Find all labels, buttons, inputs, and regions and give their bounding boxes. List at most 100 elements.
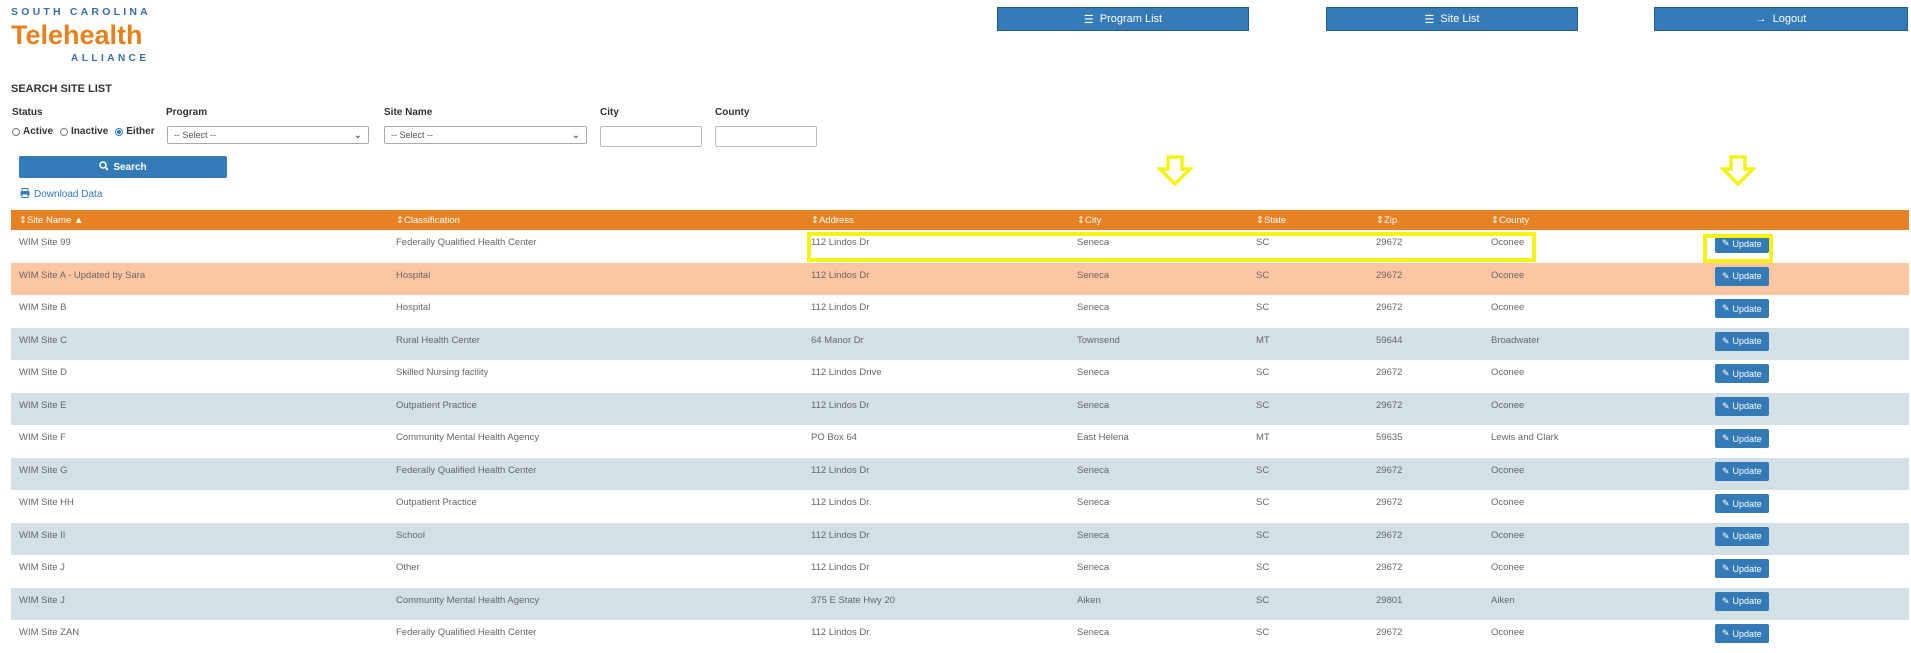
update-button[interactable]: ✎ Update [1715, 364, 1769, 383]
column-header-label: State [1263, 214, 1287, 226]
edit-icon: ✎ [1722, 433, 1730, 443]
update-button[interactable]: ✎ Update [1715, 624, 1769, 643]
site-name-cell: WIM Site E [19, 399, 67, 411]
state-cell: SC [1256, 367, 1270, 378]
address-cell: 112 Lindos Dr. [811, 627, 872, 638]
table-row: WIM Site II School 112 Lindos Dr Seneca SC 29… [11, 522, 1909, 556]
column-header-city[interactable]: ⇕City [1069, 210, 1248, 230]
chevron-down-icon: ⌄ [353, 129, 362, 141]
address-cell: 112 Lindos Drive [811, 367, 882, 378]
city-cell: Seneca [1077, 497, 1110, 508]
status-inactive-radio[interactable] [60, 127, 69, 136]
site-name-cell: WIM Site J [19, 562, 65, 573]
update-button[interactable]: ✎ Update [1715, 234, 1769, 253]
county-cell: Oconee [1491, 399, 1525, 411]
edit-icon: ✎ [1722, 563, 1730, 573]
actions-cell: ✎ Update [1704, 620, 1909, 653]
download-data-link[interactable]: Download Data [20, 188, 102, 201]
edit-icon: ✎ [1722, 335, 1730, 346]
city-cell: Seneca [1077, 529, 1110, 541]
update-button[interactable]: ✎ Update [1715, 299, 1769, 318]
actions-cell: ✎ Update [1704, 360, 1909, 393]
program-list-button[interactable]: ☰ Program List [997, 7, 1249, 31]
column-header-zip[interactable]: ⇕Zip [1368, 210, 1483, 230]
actions-cell: ✎ Update [1704, 555, 1909, 588]
county-cell: Oconee [1491, 237, 1525, 248]
column-header-state[interactable]: ⇕State [1248, 210, 1368, 230]
search-button[interactable]: Search [19, 156, 227, 178]
table-row: WIM Site D Skilled Nursing facility 112 Li… [11, 360, 1909, 393]
program-select[interactable]: -- Select -- ⌄ [167, 126, 369, 144]
county-cell: Oconee [1491, 367, 1525, 378]
sort-icon: ⇕ [396, 214, 404, 226]
status-active-radio[interactable] [12, 127, 20, 136]
city-cell: Seneca [1077, 302, 1110, 313]
column-header-classification[interactable]: ⇕Classification [388, 210, 803, 230]
classification-cell: Hospital [396, 269, 431, 281]
column-header-label: County [1498, 214, 1530, 226]
classification-cell: Rural Health Center [396, 334, 480, 346]
site-list-table: ⇕Site Name ▲ ⇕Classification ⇕Address ⇕C… [11, 210, 1909, 653]
city-cell: Seneca [1077, 627, 1110, 638]
table-row: WIM Site E Outpatient Practice 112 Lindos … [11, 392, 1909, 425]
site-name-cell: WIM Site A - Updated by Sara [19, 269, 146, 281]
update-button[interactable]: ✎ Update [1715, 396, 1769, 416]
update-button-label: Update [1732, 368, 1762, 379]
site-list-button[interactable]: ☰ Site List [1326, 7, 1578, 31]
table-row: WIM Site HH Outpatient Practice 112 Lindos… [11, 490, 1909, 523]
logout-label: Logout [1772, 13, 1807, 25]
search-button-label: Search [113, 161, 147, 173]
actions-cell: ✎ Update [1704, 263, 1909, 296]
zip-cell: 29672 [1376, 497, 1403, 508]
update-button[interactable]: ✎ Update [1715, 591, 1769, 611]
status-either-radio[interactable] [115, 127, 124, 136]
county-input[interactable] [715, 126, 817, 147]
yellow-arrow-down-icon [1157, 155, 1193, 187]
city-cell: Seneca [1077, 562, 1110, 573]
city-cell: Townsend [1077, 334, 1120, 346]
actions-cell: ✎ Update [1704, 230, 1909, 263]
column-header-label: Classification [403, 214, 460, 226]
address-cell: 112 Lindos Dr [811, 399, 870, 411]
site-name-cell: WIM Site ZAN [19, 627, 80, 638]
city-input[interactable] [600, 126, 702, 147]
zip-cell: 59644 [1376, 334, 1403, 346]
city-cell: Seneca [1077, 237, 1110, 248]
state-cell: SC [1256, 464, 1270, 476]
state-cell: SC [1256, 497, 1270, 508]
logout-button[interactable]: → Logout [1654, 7, 1908, 31]
county-cell: Oconee [1491, 529, 1525, 541]
column-header-address[interactable]: ⇕Address [803, 210, 1069, 230]
site-name-select[interactable]: -- Select -- ⌄ [384, 126, 587, 144]
table-row: WIM Site J Community Mental Health Agency… [11, 587, 1909, 620]
logo-line-1: SOUTH CAROLINA [11, 6, 151, 18]
update-button[interactable]: ✎ Update [1715, 526, 1769, 546]
update-button[interactable]: ✎ Update [1715, 266, 1769, 286]
city-label: City [600, 107, 619, 118]
zip-cell: 29672 [1376, 237, 1403, 248]
update-button[interactable]: ✎ Update [1715, 461, 1769, 481]
sort-icon: ⇕ [811, 214, 819, 226]
site-name-cell: WIM Site B [19, 302, 67, 313]
column-header-site-name[interactable]: ⇕Site Name ▲ [11, 210, 388, 230]
update-button[interactable]: ✎ Update [1715, 331, 1769, 351]
edit-icon: ✎ [1722, 400, 1730, 411]
column-header-county[interactable]: ⇕County [1483, 210, 1704, 230]
zip-cell: 29672 [1376, 367, 1403, 378]
state-cell: SC [1256, 594, 1270, 606]
site-name-cell: WIM Site J [19, 594, 65, 606]
state-cell: SC [1256, 237, 1270, 248]
sort-icon: ⇕ [1491, 214, 1499, 226]
update-button[interactable]: ✎ Update [1715, 429, 1769, 448]
classification-cell: School [396, 529, 426, 541]
search-heading: SEARCH SITE LIST [11, 83, 112, 95]
zip-cell: 29801 [1376, 594, 1403, 606]
classification-cell: Other [396, 562, 420, 573]
update-button[interactable]: ✎ Update [1715, 559, 1769, 578]
table-body: WIM Site 99 Federally Qualified Health Ce… [11, 230, 1909, 653]
county-cell: Oconee [1491, 269, 1525, 281]
status-inactive-label: Inactive [71, 126, 109, 137]
actions-cell: ✎ Update [1704, 523, 1909, 556]
update-button[interactable]: ✎ Update [1715, 494, 1769, 513]
search-icon [99, 160, 109, 174]
